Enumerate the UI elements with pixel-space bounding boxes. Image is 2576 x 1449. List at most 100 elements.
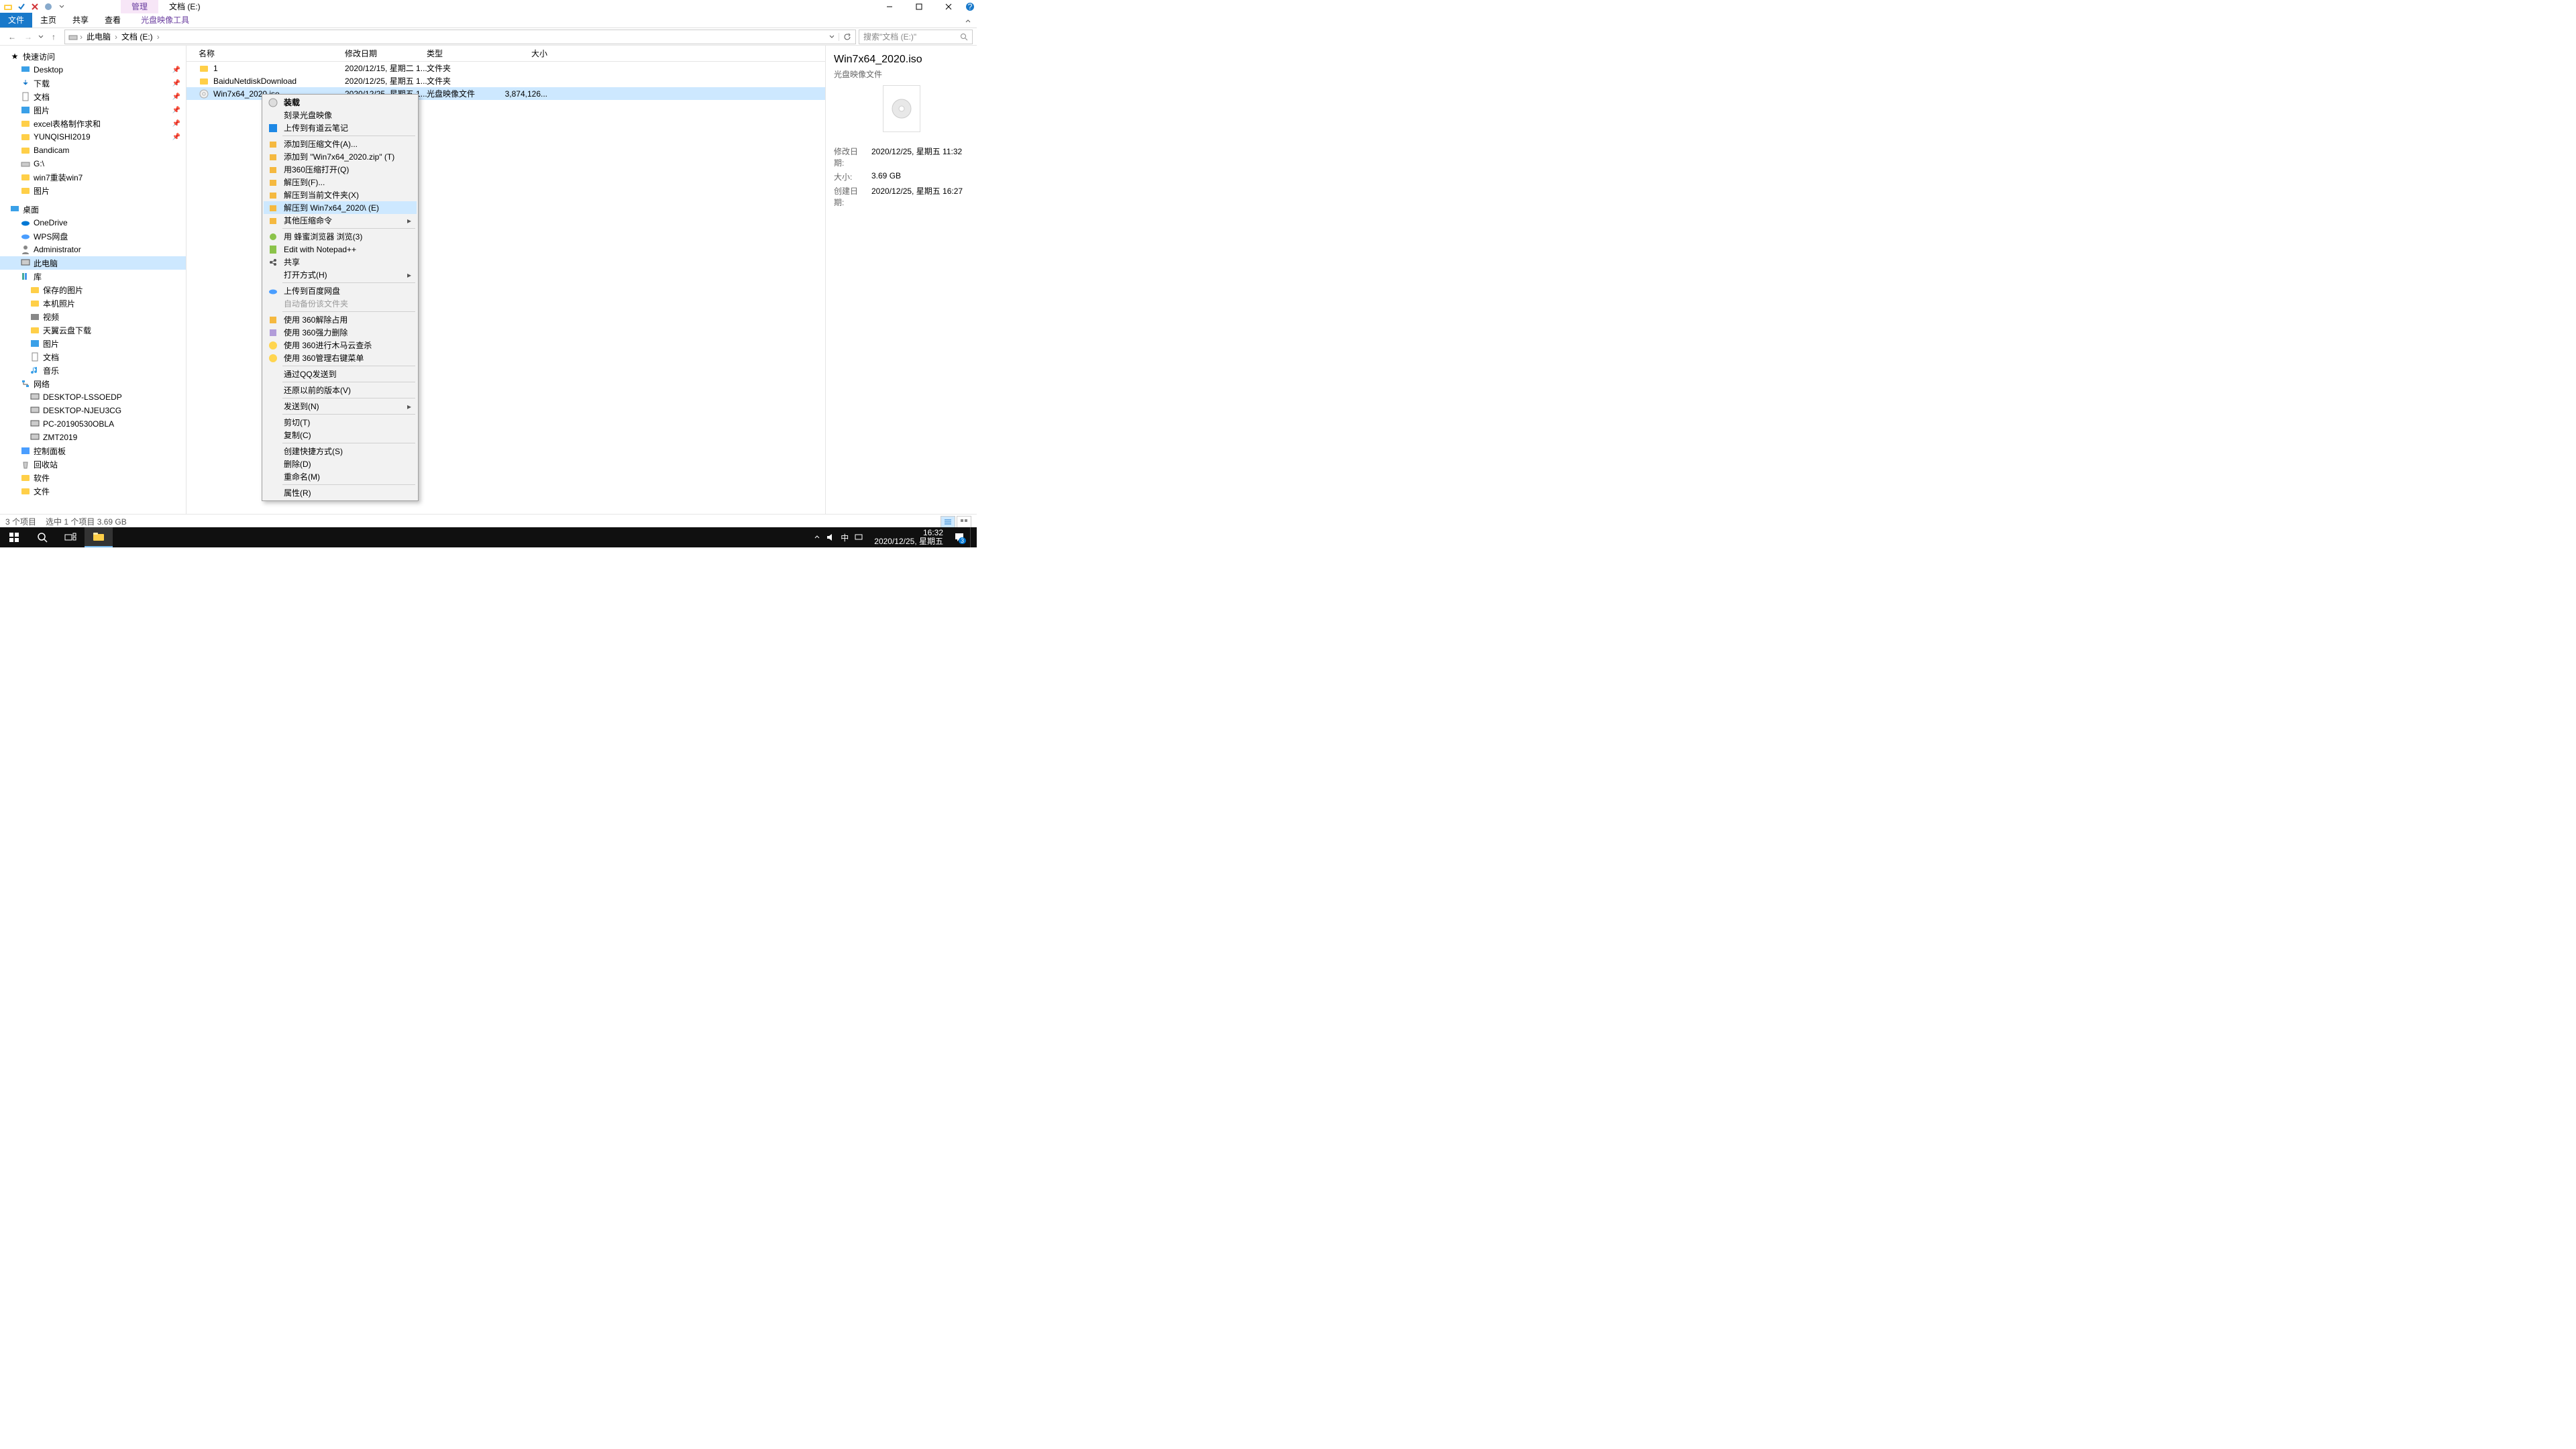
nav-folder-bandicam[interactable]: Bandicam — [0, 144, 186, 157]
nav-downloads[interactable]: 下载📌 — [0, 76, 186, 90]
menu-copy[interactable]: 复制(C) — [264, 429, 417, 441]
menu-youdao[interactable]: 上传到有道云笔记 — [264, 121, 417, 134]
taskbar-explorer-button[interactable] — [85, 527, 113, 547]
ime-indicator[interactable]: 中 — [841, 532, 849, 543]
start-button[interactable] — [0, 527, 28, 547]
nav-folder-yunqishi[interactable]: YUNQISHI2019📌 — [0, 130, 186, 144]
nav-onedrive[interactable]: OneDrive — [0, 216, 186, 229]
minimize-button[interactable] — [875, 0, 904, 13]
ribbon-tab-file[interactable]: 文件 — [0, 13, 32, 28]
nav-history-button[interactable] — [36, 30, 46, 44]
menu-qq-send[interactable]: 通过QQ发送到 — [264, 368, 417, 380]
nav-sky-downloads[interactable]: 天翼云盘下载 — [0, 323, 186, 337]
ribbon-tab-home[interactable]: 主页 — [32, 13, 64, 28]
nav-folder-pictures2[interactable]: 图片 — [0, 184, 186, 197]
nav-desktop[interactable]: Desktop📌 — [0, 63, 186, 76]
col-date[interactable]: 修改日期 — [345, 48, 427, 59]
menu-bee-browser[interactable]: 用 蜂蜜浏览器 浏览(3) — [264, 230, 417, 243]
taskbar-clock[interactable]: 16:32 2020/12/25, 星期五 — [869, 529, 949, 546]
address-dropdown-icon[interactable] — [825, 34, 839, 40]
ribbon-expand-button[interactable] — [959, 15, 977, 28]
network-icon[interactable] — [854, 533, 863, 542]
menu-extract[interactable]: 解压到(F)... — [264, 176, 417, 189]
nav-wps[interactable]: WPS网盘 — [0, 229, 186, 243]
nav-quick-access[interactable]: ★快速访问 — [0, 50, 186, 63]
chevron-right-icon[interactable]: › — [113, 32, 119, 42]
menu-open-360zip[interactable]: 用360压缩打开(Q) — [264, 163, 417, 176]
chevron-right-icon[interactable]: › — [78, 32, 84, 42]
nav-network[interactable]: 网络 — [0, 377, 186, 390]
volume-icon[interactable] — [826, 533, 835, 542]
menu-extract-to-folder[interactable]: 解压到 Win7x64_2020\ (E) — [264, 201, 417, 214]
menu-open-with[interactable]: 打开方式(H)▸ — [264, 268, 417, 281]
menu-extract-here[interactable]: 解压到当前文件夹(X) — [264, 189, 417, 201]
nav-network-pc4[interactable]: ZMT2019 — [0, 431, 186, 444]
menu-other-compress[interactable]: 其他压缩命令▸ — [264, 214, 417, 227]
properties-icon[interactable] — [43, 1, 54, 12]
nav-back-button[interactable]: ← — [4, 30, 20, 44]
nav-lib-music[interactable]: 音乐 — [0, 364, 186, 377]
nav-drive-g[interactable]: G:\ — [0, 157, 186, 170]
menu-notepad-plus-plus[interactable]: Edit with Notepad++ — [264, 243, 417, 256]
tray-expand-icon[interactable] — [814, 534, 820, 541]
nav-local-pictures[interactable]: 本机照片 — [0, 297, 186, 310]
view-icons-button[interactable] — [957, 516, 971, 528]
menu-add-zip[interactable]: 添加到 "Win7x64_2020.zip" (T) — [264, 150, 417, 163]
breadcrumb-bar[interactable]: › 此电脑 › 文档 (E:) › — [64, 30, 856, 44]
nav-desktop-root[interactable]: 桌面 — [0, 203, 186, 216]
crumb-drive[interactable]: 文档 (E:) — [119, 31, 156, 42]
file-row[interactable]: BaiduNetdiskDownload 2020/12/25, 星期五 1..… — [186, 74, 825, 87]
nav-videos[interactable]: 视频 — [0, 310, 186, 323]
nav-up-button[interactable]: ↑ — [46, 30, 62, 44]
nav-lib-pictures[interactable]: 图片 — [0, 337, 186, 350]
nav-recycle-bin[interactable]: 回收站 — [0, 458, 186, 471]
menu-mount[interactable]: 装载 — [264, 96, 417, 109]
nav-network-pc1[interactable]: DESKTOP-LSSOEDP — [0, 390, 186, 404]
nav-folder-excel[interactable]: excel表格制作求和📌 — [0, 117, 186, 130]
menu-360-trojan-scan[interactable]: 使用 360进行木马云查杀 — [264, 339, 417, 352]
col-name[interactable]: 名称 — [199, 48, 345, 59]
nav-folder-win7reinstall[interactable]: win7重装win7 — [0, 170, 186, 184]
nav-lib-documents[interactable]: 文档 — [0, 350, 186, 364]
menu-add-archive[interactable]: 添加到压缩文件(A)... — [264, 138, 417, 150]
nav-network-pc3[interactable]: PC-20190530OBLA — [0, 417, 186, 431]
crumb-thispc[interactable]: 此电脑 — [84, 31, 113, 42]
task-view-button[interactable] — [56, 527, 85, 547]
nav-forward-button[interactable]: → — [20, 30, 36, 44]
action-center-icon[interactable]: 3 — [954, 532, 965, 543]
nav-documents[interactable]: 文档📌 — [0, 90, 186, 103]
menu-baidu-upload[interactable]: 上传到百度网盘 — [264, 284, 417, 297]
nav-network-pc2[interactable]: DESKTOP-NJEU3CG — [0, 404, 186, 417]
menu-360-force-delete[interactable]: 使用 360强力删除 — [264, 326, 417, 339]
menu-send-to[interactable]: 发送到(N)▸ — [264, 400, 417, 413]
search-input[interactable]: 搜索"文档 (E:)" — [859, 30, 973, 44]
maximize-button[interactable] — [904, 0, 934, 13]
nav-saved-pictures[interactable]: 保存的图片 — [0, 283, 186, 297]
nav-folder-files[interactable]: 文件 — [0, 484, 186, 498]
close-red-icon[interactable] — [30, 1, 40, 12]
refresh-button[interactable] — [839, 33, 855, 41]
show-desktop-button[interactable] — [970, 527, 974, 547]
menu-cut[interactable]: 剪切(T) — [264, 416, 417, 429]
nav-pictures[interactable]: 图片📌 — [0, 103, 186, 117]
menu-delete[interactable]: 删除(D) — [264, 458, 417, 470]
menu-share[interactable]: 共享 — [264, 256, 417, 268]
nav-folder-software[interactable]: 软件 — [0, 471, 186, 484]
menu-properties[interactable]: 属性(R) — [264, 486, 417, 499]
ribbon-tab-share[interactable]: 共享 — [64, 13, 97, 28]
view-details-button[interactable] — [941, 516, 955, 528]
file-row[interactable]: 1 2020/12/15, 星期二 1... 文件夹 — [186, 62, 825, 74]
menu-burn[interactable]: 刻录光盘映像 — [264, 109, 417, 121]
col-size[interactable]: 大小 — [496, 48, 547, 59]
nav-this-pc[interactable]: 此电脑 — [0, 256, 186, 270]
checkmark-icon[interactable] — [16, 1, 27, 12]
menu-create-shortcut[interactable]: 创建快捷方式(S) — [264, 445, 417, 458]
menu-360-context-manage[interactable]: 使用 360管理右键菜单 — [264, 352, 417, 364]
contextual-tab-manage[interactable]: 管理 — [121, 0, 158, 13]
menu-360-unlock[interactable]: 使用 360解除占用 — [264, 313, 417, 326]
ribbon-tab-view[interactable]: 查看 — [97, 13, 129, 28]
menu-rename[interactable]: 重命名(M) — [264, 470, 417, 483]
qat-dropdown-icon[interactable] — [56, 1, 67, 12]
col-type[interactable]: 类型 — [427, 48, 496, 59]
ribbon-tab-iso-tools[interactable]: 光盘映像工具 — [133, 13, 197, 28]
